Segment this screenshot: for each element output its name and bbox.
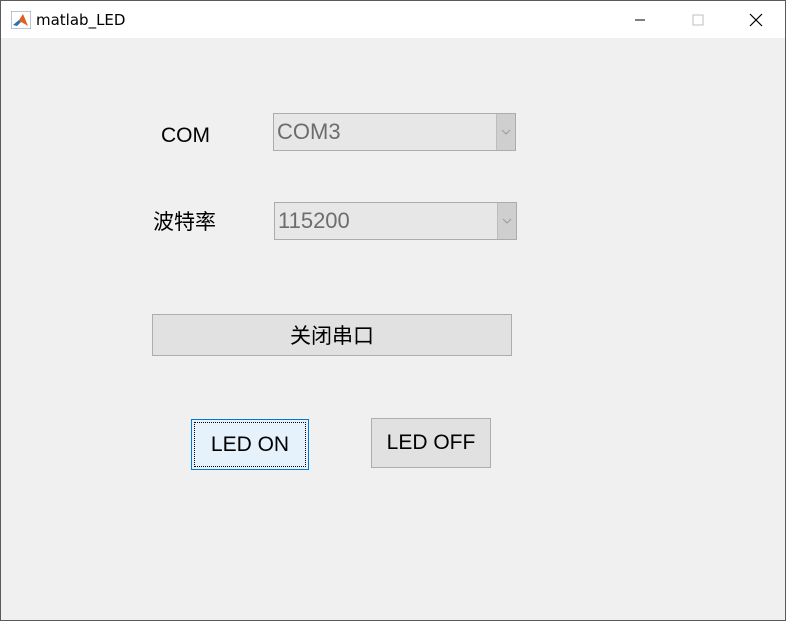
window-title: matlab_LED: [36, 11, 126, 29]
led-on-button[interactable]: LED ON: [191, 419, 309, 470]
baud-rate-select[interactable]: 115200: [274, 202, 517, 240]
focus-ring: [194, 422, 306, 467]
minimize-icon: [635, 19, 645, 20]
matlab-logo-icon: [11, 11, 31, 29]
close-port-button[interactable]: 关闭串口: [152, 314, 512, 356]
baud-rate-value: 115200: [278, 208, 350, 233]
maximize-icon: [692, 14, 704, 25]
com-port-value: COM3: [277, 119, 341, 144]
chevron-down-icon[interactable]: [497, 203, 516, 239]
close-button[interactable]: [727, 1, 785, 38]
close-icon: [749, 13, 763, 26]
maximize-button[interactable]: [669, 1, 727, 38]
led-off-button[interactable]: LED OFF: [371, 418, 491, 468]
baud-rate-label: 波特率: [153, 210, 216, 234]
app-window: matlab_LED COM COM3 波特率 115200 关闭串口 LED …: [0, 0, 786, 621]
minimize-button[interactable]: [611, 1, 669, 38]
title-bar[interactable]: matlab_LED: [1, 1, 785, 38]
com-port-select[interactable]: COM3: [273, 113, 516, 151]
com-label: COM: [161, 124, 210, 147]
form-panel: COM COM3 波特率 115200 关闭串口 LED ON LED OFF: [1, 38, 785, 620]
chevron-down-icon[interactable]: [496, 114, 515, 150]
